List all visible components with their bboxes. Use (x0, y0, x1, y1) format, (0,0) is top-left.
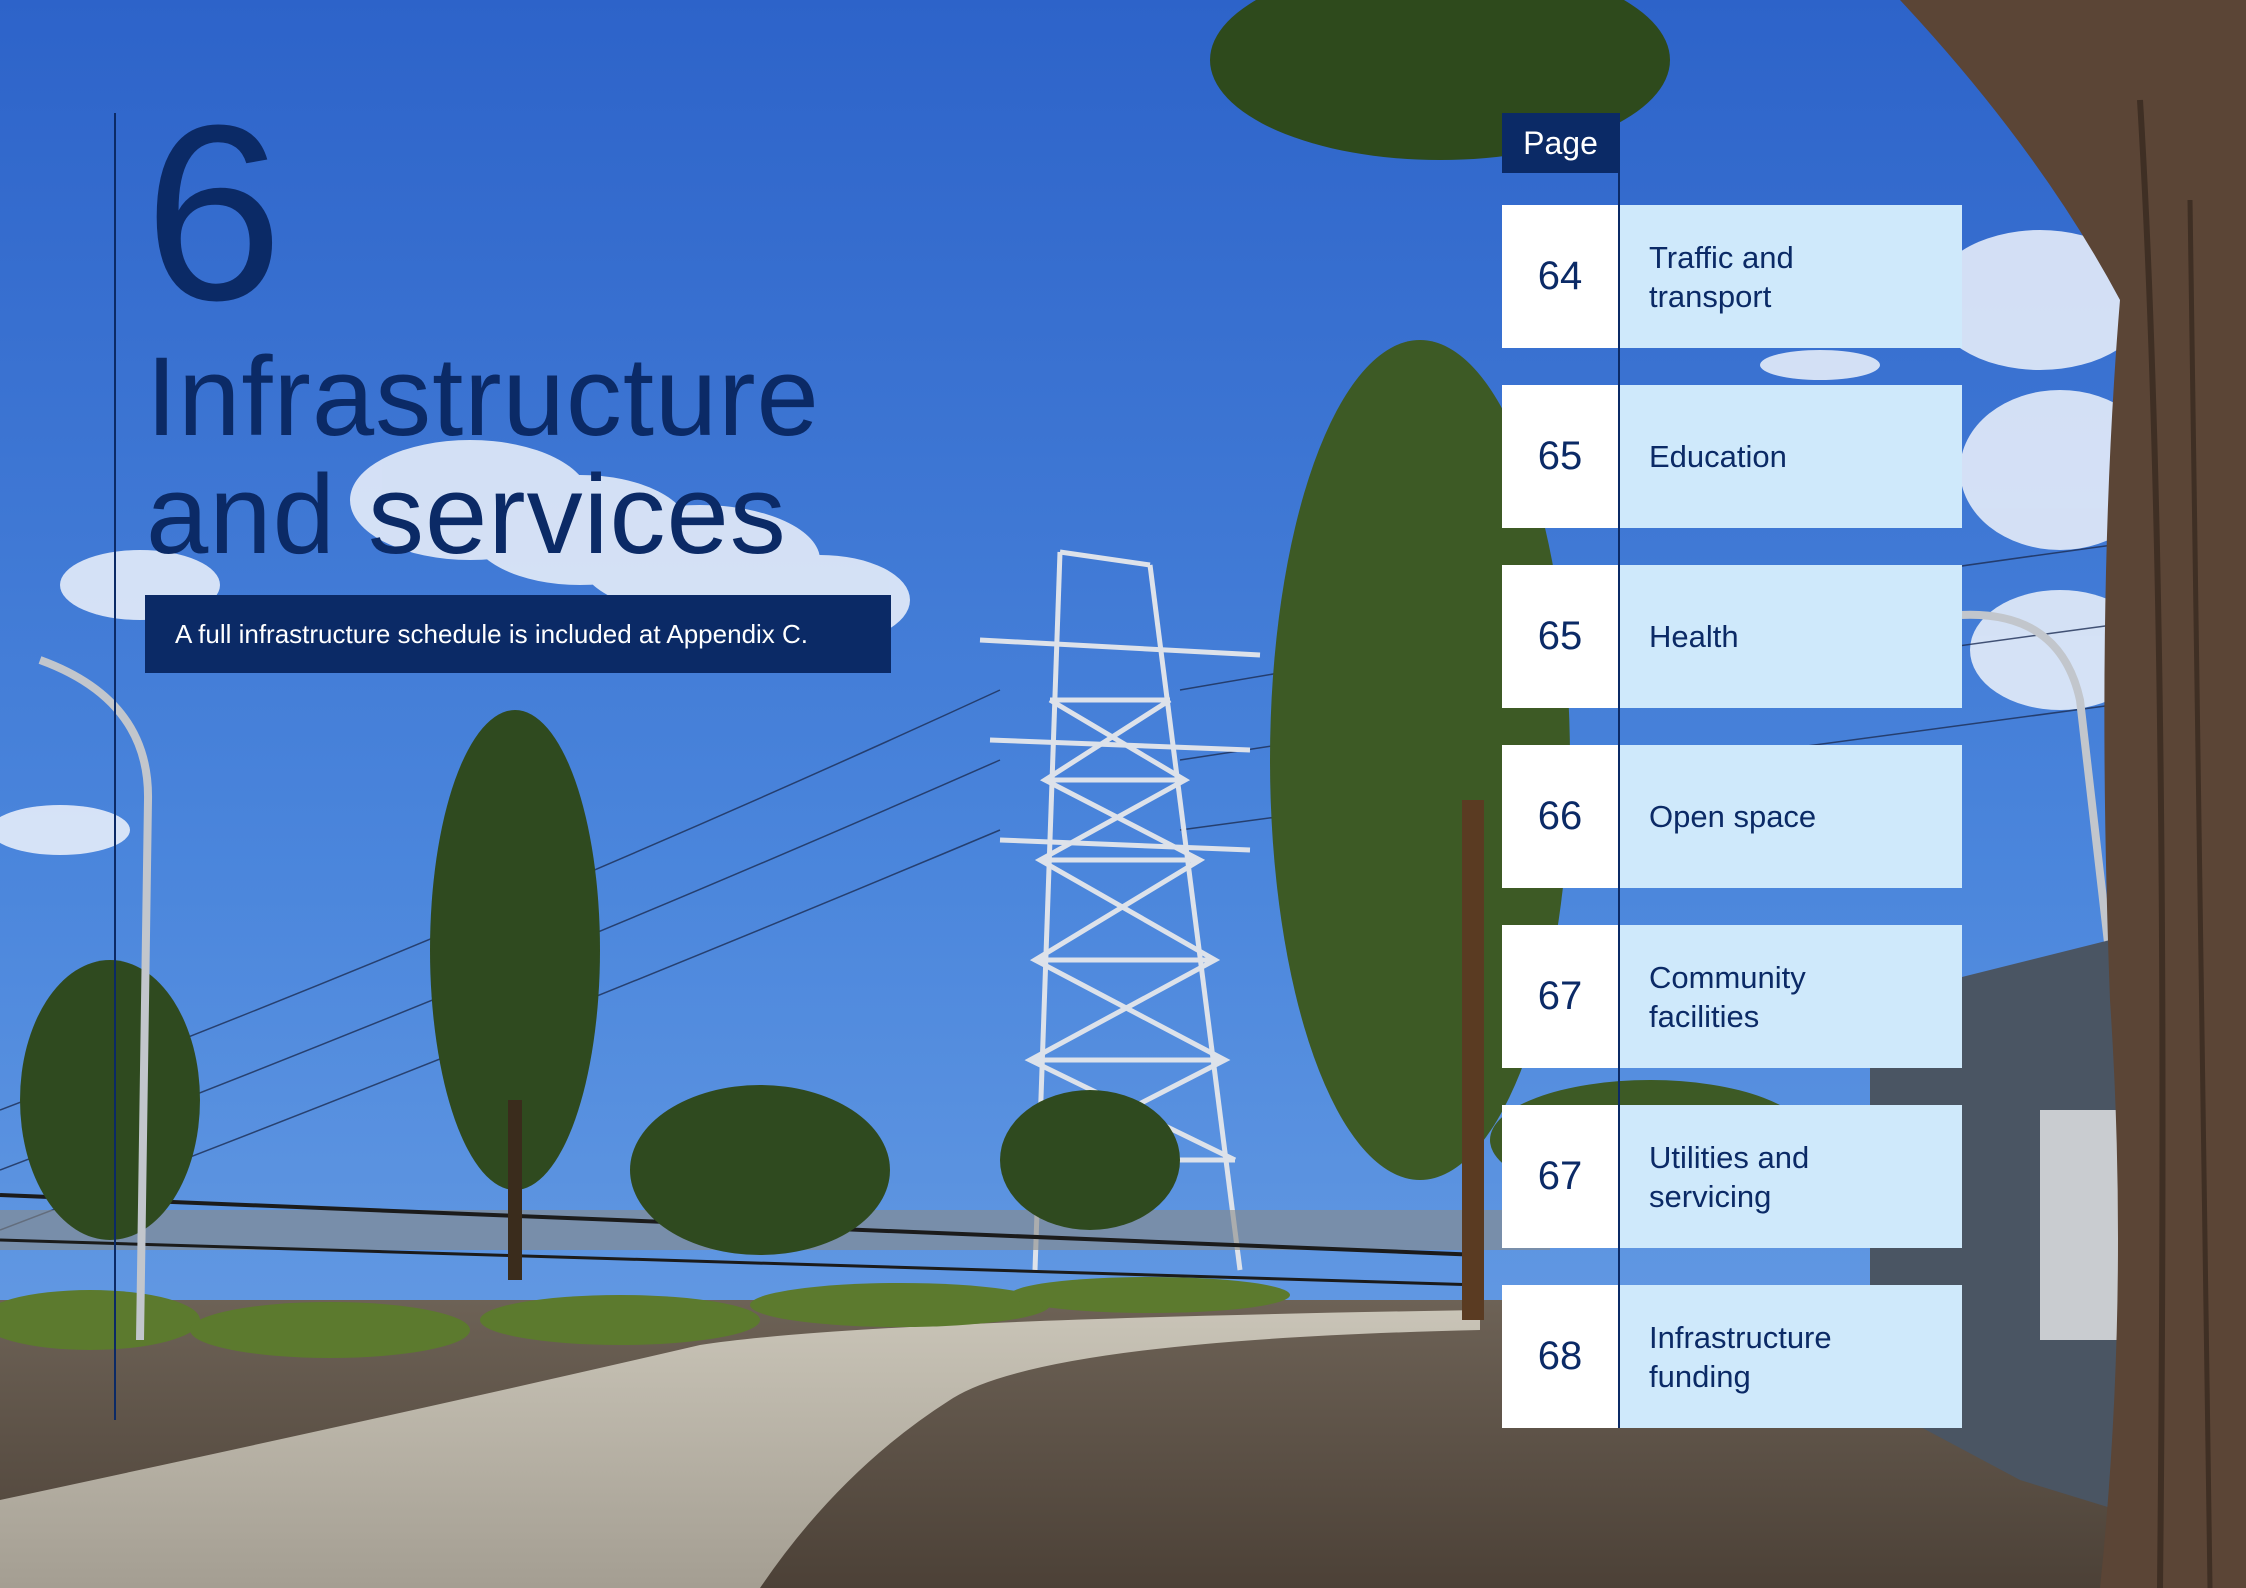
toc-item-open-space[interactable]: 66 Open space (1502, 745, 1962, 888)
appendix-note-text: A full infrastructure schedule is includ… (175, 618, 809, 649)
toc-page-number: 64 (1502, 205, 1618, 348)
toc-item-utilities-and-servicing[interactable]: 67 Utilities and servicing (1502, 1105, 1962, 1248)
toc-page-header: Page (1502, 113, 1619, 173)
toc-item-label: Utilities and servicing (1620, 1105, 1962, 1248)
toc-item-infrastructure-funding[interactable]: 68 Infrastructure funding (1502, 1285, 1962, 1428)
toc-item-label: Health (1620, 565, 1962, 708)
toc-item-traffic-and-transport[interactable]: 64 Traffic and transport (1502, 205, 1962, 348)
toc-item-label: Infrastructure funding (1620, 1285, 1962, 1428)
left-divider-line (114, 113, 116, 1420)
toc-item-education[interactable]: 65 Education (1502, 385, 1962, 528)
toc-item-label: Community facilities (1620, 925, 1962, 1068)
chapter-title: Infrastructure and services (146, 338, 820, 574)
toc-item-health[interactable]: 65 Health (1502, 565, 1962, 708)
appendix-note: A full infrastructure schedule is includ… (145, 595, 891, 673)
toc-page-number: 65 (1502, 565, 1618, 708)
chapter-number: 6 (144, 73, 283, 352)
toc-page-number: 68 (1502, 1285, 1618, 1428)
toc-item-label: Education (1620, 385, 1962, 528)
toc-page-number: 67 (1502, 1105, 1618, 1248)
toc-page-number: 67 (1502, 925, 1618, 1068)
toc-item-label: Traffic and transport (1620, 205, 1962, 348)
chapter-title-line-2: and services (146, 452, 787, 577)
toc-page-number: 66 (1502, 745, 1618, 888)
chapter-title-line-1: Infrastructure (146, 334, 820, 459)
toc-item-label: Open space (1620, 745, 1962, 888)
toc-page-number: 65 (1502, 385, 1618, 528)
toc-item-community-facilities[interactable]: 67 Community facilities (1502, 925, 1962, 1068)
